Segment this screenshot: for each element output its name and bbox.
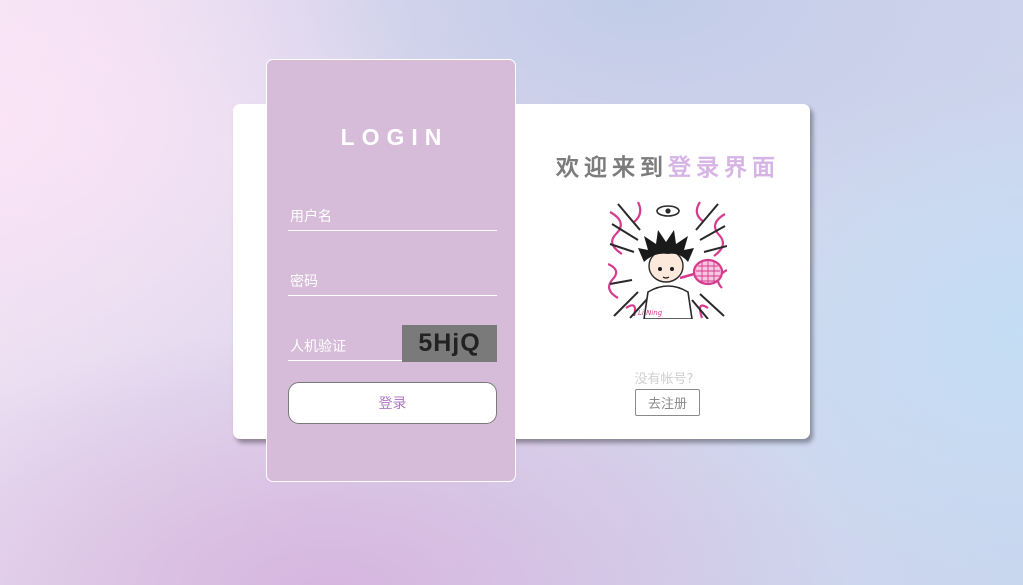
password-field-wrapper <box>288 268 497 296</box>
username-input[interactable] <box>288 203 497 230</box>
welcome-heading-highlight: 登录界面 <box>668 155 780 181</box>
login-form-card: LOGIN 5HjQ 登录 <box>266 59 516 482</box>
svg-text:Li Ning: Li Ning <box>638 309 663 317</box>
register-button[interactable]: 去注册 <box>635 389 700 416</box>
login-title: LOGIN <box>340 124 449 150</box>
captcha-input[interactable] <box>288 333 402 360</box>
welcome-heading: 欢迎来到登录界面 <box>518 148 818 182</box>
login-button[interactable]: 登录 <box>288 382 497 424</box>
avatar: Li Ning <box>608 200 727 319</box>
username-field-wrapper <box>288 203 497 231</box>
captcha-image[interactable]: 5HjQ <box>402 325 497 362</box>
no-account-prompt: 没有帐号? <box>634 372 694 387</box>
password-input[interactable] <box>288 268 497 295</box>
captcha-field-wrapper <box>288 333 402 361</box>
anime-avatar-image: Li Ning <box>608 200 727 319</box>
welcome-heading-prefix: 欢迎来到 <box>556 155 668 181</box>
